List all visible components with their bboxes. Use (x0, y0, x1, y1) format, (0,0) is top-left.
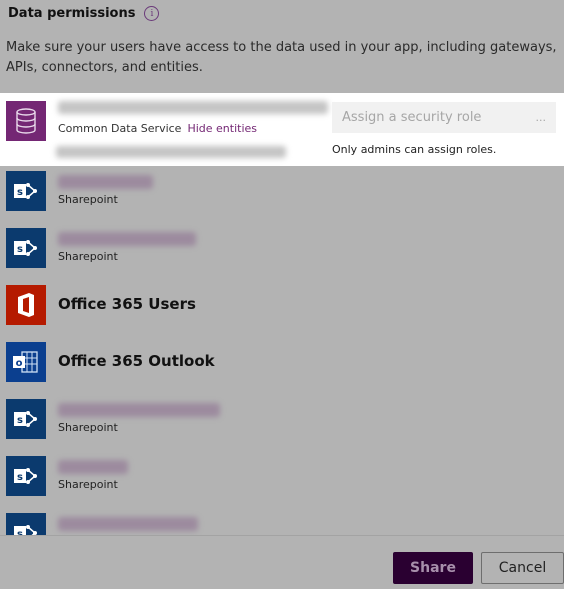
connection-item: s Sharepoint (6, 456, 406, 496)
database-icon (6, 101, 46, 141)
svg-text:s: s (17, 244, 23, 255)
more-icon[interactable]: ... (536, 111, 547, 124)
sharepoint-icon: s (6, 228, 46, 268)
cancel-button[interactable]: Cancel (481, 552, 564, 584)
connection-item: o Office 365 Outlook (6, 342, 406, 382)
connection-name: Office 365 Users (58, 295, 196, 313)
blurred-connection-name (58, 403, 220, 417)
svg-text:o: o (16, 358, 23, 369)
blurred-connection-name (58, 517, 198, 531)
connection-item: s Sharepoint (6, 399, 406, 439)
sharepoint-icon: s (6, 456, 46, 496)
svg-text:s: s (17, 187, 23, 198)
connection-item: Office 365 Users (6, 285, 406, 325)
connection-type: Sharepoint (58, 478, 118, 491)
cds-type-line: Common Data Service Hide entities (58, 122, 257, 135)
sharepoint-icon: s (6, 171, 46, 211)
blurred-environment-name (58, 101, 328, 114)
cds-type-label: Common Data Service (58, 122, 182, 135)
connection-name: Office 365 Outlook (58, 352, 215, 370)
security-role-input[interactable]: Assign a security role ... (332, 102, 556, 133)
blurred-entity-name (56, 146, 286, 158)
sharepoint-icon: s (6, 513, 46, 535)
blurred-connection-name (58, 460, 128, 474)
connection-type: Sharepoint (58, 250, 118, 263)
security-role-placeholder: Assign a security role (342, 110, 482, 125)
footer-divider (0, 535, 564, 536)
connection-type: Sharepoint (58, 193, 118, 206)
section-title: Data permissions i (8, 6, 160, 21)
connection-item: s (6, 513, 406, 535)
svg-text:s: s (17, 472, 23, 483)
info-icon[interactable]: i (144, 6, 160, 21)
connection-item: s Sharepoint (6, 171, 406, 211)
section-title-text: Data permissions (8, 6, 136, 21)
cds-connection-row: Common Data Service Hide entities Assign … (0, 93, 564, 166)
hide-entities-link[interactable]: Hide entities (187, 122, 257, 135)
blurred-connection-name (58, 232, 196, 246)
connection-type: Sharepoint (58, 421, 118, 434)
share-button[interactable]: Share (393, 552, 473, 584)
office365-icon (6, 285, 46, 325)
svg-text:s: s (17, 415, 23, 426)
description: Make sure your users have access to the … (6, 40, 557, 75)
outlook-icon: o (6, 342, 46, 382)
sharepoint-icon: s (6, 399, 46, 439)
connection-item: s Sharepoint (6, 228, 406, 268)
blurred-connection-name (58, 175, 153, 189)
role-note: Only admins can assign roles. (332, 143, 497, 156)
connection-list: s Sharepoint s Sharepoint Office 365 Use… (0, 166, 564, 535)
